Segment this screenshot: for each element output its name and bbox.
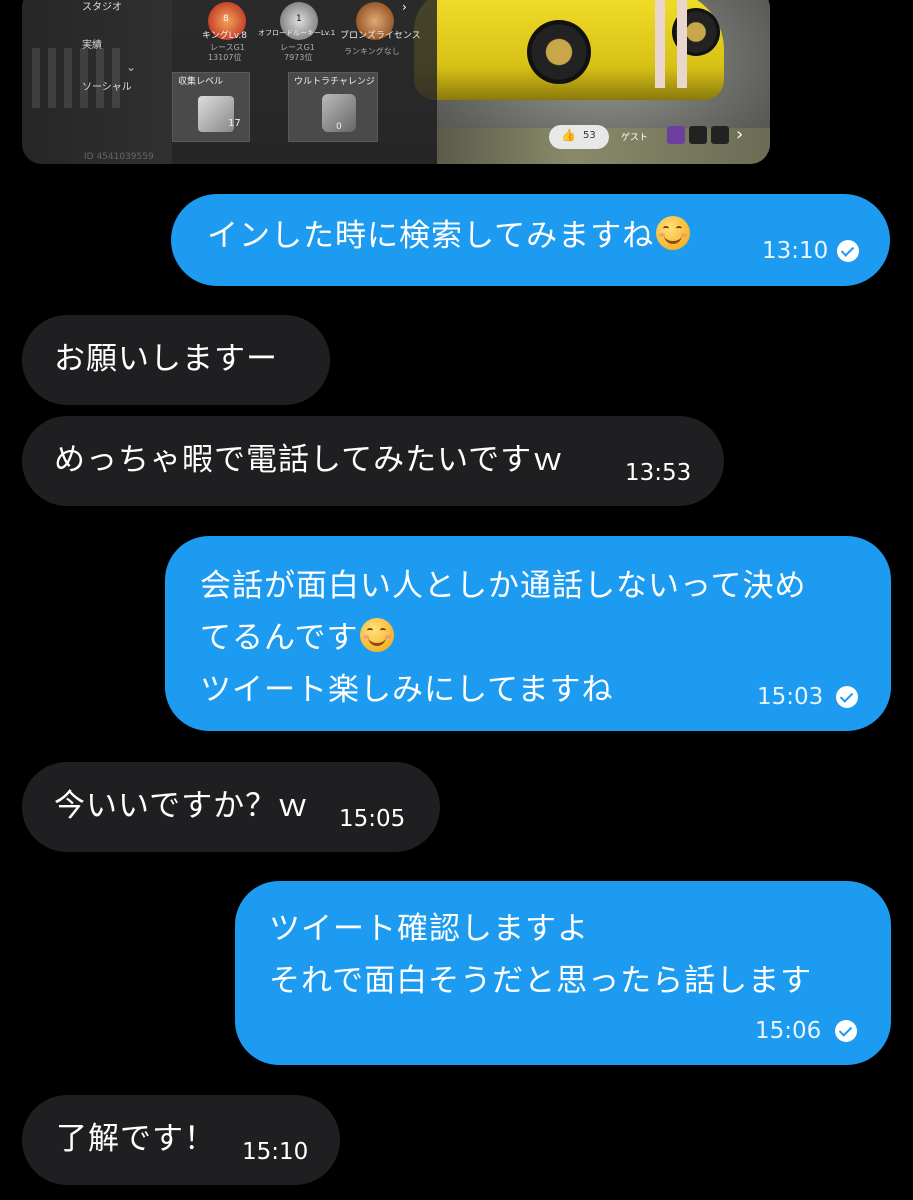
screenshot-menu-item: ソーシャル — [82, 82, 132, 93]
message-text: ツイート楽しみにしてますね — [200, 672, 614, 708]
message-bubble-outgoing[interactable]: ツイート確認しますよ それで面白そうだと思ったら話します 15:06 — [235, 881, 891, 1065]
thumbs-up-icon: 👍 — [561, 128, 576, 142]
message-text: 了解です！ — [56, 1121, 216, 1157]
message-text: ツイート確認しますよ — [269, 911, 589, 947]
message-bubble-incoming[interactable]: 今いいですか？ｗ 15:05 — [22, 762, 440, 852]
message-time: 13:53 — [625, 460, 692, 486]
guest-label: ゲスト — [621, 133, 649, 143]
message-time: 13:10 — [762, 238, 829, 264]
chevron-right-icon: › — [402, 0, 407, 14]
message-time: 15:06 — [755, 1018, 822, 1044]
smiling-face-emoji-icon — [360, 618, 395, 652]
message-text: インした時に検索してみますね — [207, 214, 691, 258]
shared-game-screenshot[interactable]: スタジオ 実績 ソーシャル ⌄ 8 キングLv.8 レースG1 13107位 1… — [22, 0, 770, 164]
smiling-face-emoji-icon — [656, 216, 691, 250]
message-text: てるんです — [200, 612, 395, 664]
screenshot-menu-item: スタジオ — [82, 2, 122, 13]
badge-title: ブロンズライセンス — [340, 31, 421, 41]
screenshot-menu-item: 実績 — [82, 40, 102, 51]
badge-level: 1 — [296, 14, 302, 24]
read-check-icon — [837, 240, 859, 262]
car-wheel — [527, 20, 591, 84]
like-button: 👍 53 — [549, 125, 609, 149]
read-check-icon — [835, 1020, 857, 1042]
message-bubble-outgoing[interactable]: インした時に検索してみますね 13:10 — [171, 194, 890, 286]
like-count: 53 — [583, 130, 596, 141]
player-id: ID 4541039559 — [84, 152, 154, 162]
guest-slot — [689, 126, 707, 144]
tile-label: ウルトラチャレンジ — [294, 77, 375, 87]
badge-level: 8 — [223, 14, 229, 24]
read-check-icon — [836, 686, 858, 708]
guest-slot — [711, 126, 729, 144]
tile-value: 0 — [336, 122, 342, 132]
message-text: 今いいですか？ｗ — [54, 788, 310, 824]
tile-label: 収集レベル — [178, 77, 224, 87]
message-text: それで面白そうだと思ったら話します — [269, 963, 813, 999]
message-bubble-incoming[interactable]: お願いしますー — [22, 315, 330, 405]
badge-title: オフロードルーキーLv.1 — [258, 29, 336, 37]
badge-sub: 7973位 — [284, 53, 313, 62]
message-time: 15:10 — [242, 1139, 309, 1165]
message-text: めっちゃ暇で電話してみたいですｗ — [54, 442, 565, 478]
message-time: 15:03 — [757, 684, 824, 710]
guest-avatar — [667, 126, 685, 144]
message-time: 15:05 — [339, 806, 406, 832]
chevron-down-icon: ⌄ — [126, 60, 137, 74]
badge-sub: 13107位 — [208, 53, 242, 62]
badge-title: キングLv.8 — [202, 31, 247, 41]
message-text: お願いしますー — [54, 341, 278, 377]
chevron-right-icon: › — [736, 124, 744, 145]
message-bubble-incoming[interactable]: めっちゃ暇で電話してみたいですｗ 13:53 — [22, 416, 724, 506]
message-text: 会話が面白い人としか通話しないって決め — [200, 568, 807, 604]
tile-value: 17 — [228, 118, 241, 129]
message-bubble-outgoing[interactable]: 会話が面白い人としか通話しないって決め てるんです ツイート楽しみにしてますね … — [165, 536, 891, 731]
message-bubble-incoming[interactable]: 了解です！ 15:10 — [22, 1095, 340, 1185]
badge-sub: ランキングなし — [344, 47, 400, 56]
avatar-legs-image — [647, 0, 697, 88]
